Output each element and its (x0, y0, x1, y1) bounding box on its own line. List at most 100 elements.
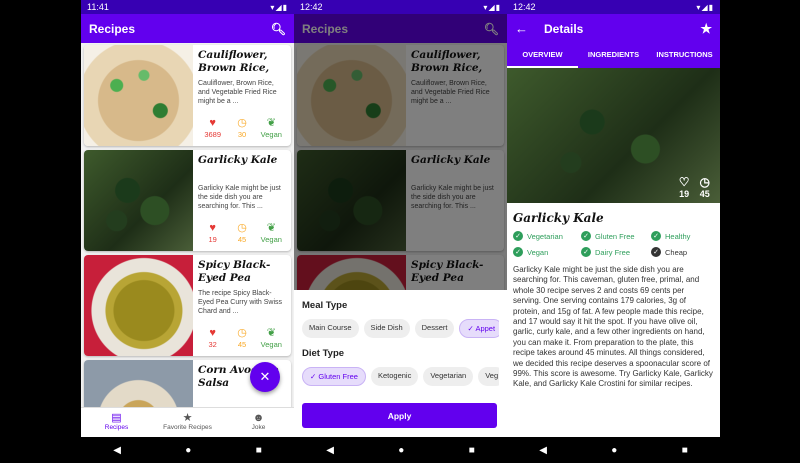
likes-count: 19 (679, 189, 690, 199)
system-nav-bar: ◀ ● ■ (507, 437, 720, 463)
minutes-count: 45 (237, 235, 247, 244)
vegan-label: Vegan (260, 130, 282, 139)
tag-gluten-free-label: Gluten Free (595, 231, 635, 241)
home-nav-icon[interactable]: ● (611, 445, 617, 456)
home-nav-icon[interactable]: ● (185, 445, 191, 456)
filter-screen: 12:42 ▾◢▮ Recipes 🔍︎ Cauliflower, Brown … (294, 0, 507, 463)
meal-type-title: Meal Type (302, 300, 348, 311)
tab-overview[interactable]: OVERVIEW (507, 43, 578, 68)
page-title: Details (544, 21, 584, 36)
leaf-icon: ❦ (266, 117, 276, 129)
chip-gluten-free[interactable]: ✓ Gluten Free (302, 367, 366, 386)
restaurant-icon: ✕ (259, 369, 271, 384)
recipes-screen: 11:41 ▾◢▮ Recipes 🔍︎ Cauliflower, Brown … (81, 0, 294, 463)
chip-side-dish[interactable]: Side Dish (363, 319, 410, 338)
status-bar: 12:42 ▾◢▮ (507, 0, 720, 14)
recipe-card[interactable]: Spicy Black-Eyed Pea Curry with... The r… (84, 255, 291, 356)
leaf-icon: ❦ (266, 222, 276, 234)
meal-type-chips: Main Course Side Dish Dessert ✓ Appet (302, 319, 499, 338)
details-tabs: OVERVIEW INGREDIENTS INSTRUCTIONS (507, 43, 720, 68)
bottom-navigation: ▤ Recipes ★ Favorite Recipes ☻ Joke (81, 407, 294, 437)
tag-vegetarian: ✓ Vegetarian (513, 231, 581, 241)
nav-joke-label: Joke (251, 424, 266, 431)
chip-vegan[interactable]: Veg (478, 367, 499, 386)
nav-joke[interactable]: ☻ Joke (223, 408, 294, 437)
tag-gluten-free: ✓ Gluten Free (581, 231, 651, 241)
tab-instructions[interactable]: INSTRUCTIONS (649, 43, 720, 68)
clock-icon: ◷ (237, 117, 247, 129)
recipe-summary: Garlicky Kale might be just the side dis… (513, 265, 713, 389)
scrim-overlay[interactable] (294, 14, 507, 290)
nav-favorites[interactable]: ★ Favorite Recipes (152, 408, 223, 437)
recipe-list[interactable]: Cauliflower, Brown Rice, an... Cauliflow… (81, 43, 294, 407)
heart-icon: ♥ (209, 222, 216, 234)
recipe-description: The recipe Spicy Black-Eyed Pea Curry wi… (198, 290, 283, 315)
details-screen: 12:42 ▾◢▮ ← Details ★ OVERVIEW INGREDIEN… (507, 0, 720, 463)
status-time: 12:42 (300, 2, 323, 12)
heart-icon: ♥ (209, 327, 216, 339)
status-icons: ▾◢▮ (696, 2, 714, 12)
recipe-description: Cauliflower, Brown Rice, and Vegetable F… (198, 80, 277, 105)
heart-icon: ♡ (678, 175, 690, 189)
apply-button[interactable]: Apply (302, 403, 497, 428)
tag-dairy-free: ✓ Dairy Free (581, 247, 651, 257)
search-icon[interactable]: 🔍︎ (271, 22, 286, 36)
likes-count: 3689 (204, 130, 221, 139)
system-nav-bar: ◀ ● ■ (81, 437, 294, 463)
recipe-card[interactable]: Cauliflower, Brown Rice, an... Cauliflow… (84, 45, 291, 146)
tab-ingredients[interactable]: INGREDIENTS (578, 43, 649, 68)
status-bar: 12:42 ▾◢▮ (294, 0, 507, 14)
tag-healthy: ✓ Healthy (651, 231, 716, 241)
filter-fab-button[interactable]: ✕ (250, 362, 280, 392)
tag-vegetarian-label: Vegetarian (527, 231, 563, 241)
status-bar: 11:41 ▾◢▮ (81, 0, 294, 14)
star-icon[interactable]: ★ (700, 21, 712, 37)
recipe-image (84, 45, 193, 146)
minutes-count: 45 (699, 189, 710, 199)
check-circle-icon: ✓ (581, 247, 591, 257)
recipe-title: Garlicky Kale (198, 154, 278, 166)
recents-nav-icon[interactable]: ■ (256, 445, 262, 456)
star-icon: ★ (182, 412, 193, 424)
diet-type-title: Diet Type (302, 348, 345, 359)
recipe-image (84, 360, 193, 407)
home-nav-icon[interactable]: ● (398, 445, 404, 456)
tag-healthy-label: Healthy (665, 231, 691, 241)
chip-main-course[interactable]: Main Course (302, 319, 359, 338)
nav-recipes-label: Recipes (104, 424, 129, 431)
check-circle-icon: ✓ (513, 231, 523, 241)
leaf-icon: ❦ (266, 327, 276, 339)
tag-cheap: ✓ Cheap (651, 247, 716, 257)
recipe-description: Garlicky Kale might be just the side dis… (198, 185, 281, 210)
likes-count: 19 (208, 235, 217, 244)
diet-type-chips: ✓ Gluten Free Ketogenic Vegetarian Veg (302, 367, 499, 386)
minutes-count: 45 (237, 340, 247, 349)
tag-cheap-label: Cheap (665, 247, 688, 257)
tag-vegan-label: Vegan (527, 247, 549, 257)
back-nav-icon[interactable]: ◀ (539, 445, 547, 456)
status-icons: ▾◢▮ (483, 2, 501, 12)
recipe-hero-image: ♡ 19 ◷ 45 (507, 68, 720, 203)
recipe-title: Cauliflower, Brown Rice, an... (198, 49, 270, 74)
back-arrow-icon[interactable]: ← (515, 21, 528, 36)
clock-icon: ◷ (237, 222, 247, 234)
back-nav-icon[interactable]: ◀ (326, 445, 334, 456)
chip-appetizer-label: Appet (475, 324, 496, 333)
check-circle-icon: ✓ (513, 247, 523, 257)
recents-nav-icon[interactable]: ■ (682, 445, 688, 456)
chip-dessert[interactable]: Dessert (414, 319, 455, 338)
vegan-label: Vegan (260, 235, 282, 244)
recents-nav-icon[interactable]: ■ (469, 445, 475, 456)
chip-ketogenic[interactable]: Ketogenic (370, 367, 419, 386)
status-time: 12:42 (513, 2, 536, 12)
chip-vegetarian[interactable]: Vegetarian (423, 367, 474, 386)
nav-recipes[interactable]: ▤ Recipes (81, 408, 152, 437)
chip-appetizer[interactable]: ✓ Appet (459, 319, 499, 338)
recipe-card[interactable]: Garlicky Kale Garlicky Kale might be jus… (84, 150, 291, 251)
clock-icon: ◷ (699, 175, 710, 189)
clock-icon: ◷ (237, 327, 247, 339)
nav-favorites-label: Favorite Recipes (163, 424, 212, 431)
back-nav-icon[interactable]: ◀ (113, 445, 121, 456)
check-circle-icon: ✓ (581, 231, 591, 241)
status-icons: ▾◢▮ (270, 2, 288, 12)
